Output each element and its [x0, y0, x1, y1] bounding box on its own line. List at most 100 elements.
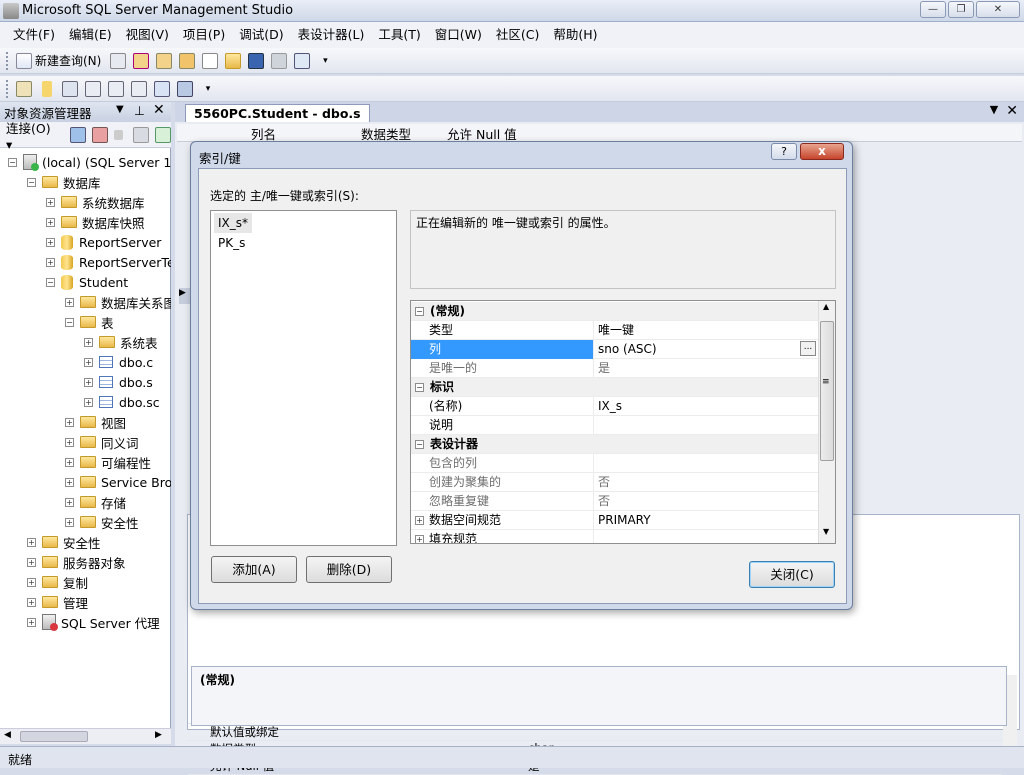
tree-node[interactable]: − Student — [0, 272, 171, 292]
property-row[interactable]: + 填充规范 — [411, 529, 818, 543]
property-row[interactable]: 类型 唯一键 — [411, 320, 818, 340]
property-category[interactable]: − 表设计器 — [411, 435, 818, 454]
toolbar-gripper[interactable] — [6, 51, 10, 70]
tree-node[interactable]: + dbo.sc — [0, 392, 171, 412]
tree-node[interactable]: + 可编程性 — [0, 452, 171, 472]
property-row[interactable]: 创建为聚集的 否 — [411, 472, 818, 492]
menu-item-6[interactable]: 工具(T) — [371, 25, 427, 45]
tree-node[interactable]: + 同义词 — [0, 432, 171, 452]
scroll-down-icon[interactable]: ▼ — [823, 527, 829, 536]
connect-button[interactable]: 连接(O) ▾ — [6, 118, 60, 152]
tree-node[interactable]: − 数据库 — [0, 172, 171, 192]
expand-icon[interactable]: + — [46, 237, 55, 247]
tab-list-dropdown-icon[interactable]: ▼ — [990, 103, 998, 119]
index-item-ix-s[interactable]: IX_s* — [214, 213, 252, 233]
close-tab-icon[interactable]: ✕ — [1006, 103, 1018, 119]
xml-index-button[interactable] — [129, 79, 149, 99]
tree-node[interactable]: − 表 — [0, 312, 171, 332]
tree-node[interactable]: + ReportServerTe — [0, 252, 171, 272]
save-button[interactable] — [246, 51, 266, 71]
tree-node[interactable]: + 数据库快照 — [0, 212, 171, 232]
column-property-row[interactable]: 默认值或绑定 — [188, 724, 1002, 741]
tree-node[interactable]: − (local) (SQL Server 10 — [0, 152, 171, 172]
collapse-icon[interactable]: − — [8, 157, 17, 167]
expand-icon[interactable]: + — [46, 257, 55, 267]
expand-icon[interactable]: + — [27, 617, 36, 627]
expand-icon[interactable]: + — [46, 197, 55, 207]
expand-icon[interactable]: + — [27, 597, 36, 607]
activity-monitor-button[interactable] — [292, 51, 312, 71]
tree-node[interactable]: + Service Bro — [0, 472, 171, 492]
spatial-index-button[interactable] — [175, 79, 195, 99]
check-constraints-button[interactable] — [152, 79, 172, 99]
maximize-button[interactable]: ❐ — [948, 1, 974, 18]
tree-node[interactable]: + 服务器对象 — [0, 552, 171, 572]
property-row[interactable]: 说明 — [411, 415, 818, 435]
menu-item-8[interactable]: 社区(C) — [489, 25, 546, 45]
disconnect-icon[interactable] — [91, 126, 108, 143]
toolbar-gripper[interactable] — [6, 79, 10, 98]
fulltext-index-button[interactable] — [106, 79, 126, 99]
menu-item-5[interactable]: 表设计器(L) — [291, 25, 372, 45]
expand-icon[interactable]: + — [46, 217, 55, 227]
connect-icon[interactable] — [70, 126, 86, 143]
menu-item-7[interactable]: 窗口(W) — [428, 25, 489, 45]
refresh-icon[interactable] — [155, 126, 171, 143]
tree-node[interactable]: + 系统表 — [0, 332, 171, 352]
tree-node[interactable]: + ReportServer — [0, 232, 171, 252]
tree-node[interactable]: + 管理 — [0, 592, 171, 612]
tree-node[interactable]: + dbo.c — [0, 352, 171, 372]
expand-icon[interactable]: + — [65, 437, 74, 447]
expand-icon[interactable]: + — [65, 497, 74, 507]
pin-icon[interactable]: ⊥ — [134, 103, 145, 118]
tree-node[interactable]: + 系统数据库 — [0, 192, 171, 212]
tree-node[interactable]: + 安全性 — [0, 512, 171, 532]
mdx-query-button[interactable] — [154, 51, 174, 71]
new-file-button[interactable] — [200, 51, 220, 71]
property-category[interactable]: − (常规) — [411, 302, 818, 321]
print-button[interactable] — [269, 51, 289, 71]
scroll-left-icon[interactable]: ◀ — [4, 730, 11, 740]
expand-icon[interactable]: + — [415, 535, 424, 543]
tree-node[interactable]: + 数据库关系图 — [0, 292, 171, 312]
tree-node[interactable]: + SQL Server 代理 — [0, 612, 171, 632]
toolbar-overflow-button[interactable]: ▾ — [198, 79, 218, 99]
close-button[interactable]: 关闭(C) — [749, 561, 835, 588]
tree-node[interactable]: + 视图 — [0, 412, 171, 432]
collapse-icon[interactable]: − — [415, 382, 424, 392]
tree-node[interactable]: + dbo.s — [0, 372, 171, 392]
stop-icon[interactable] — [113, 129, 124, 140]
expand-icon[interactable]: + — [27, 557, 36, 567]
dialog-close-button[interactable]: x — [800, 143, 844, 160]
indexes-keys-button[interactable] — [83, 79, 103, 99]
scroll-thumb[interactable] — [820, 321, 834, 461]
expand-icon[interactable]: + — [415, 516, 424, 525]
scroll-thumb[interactable] — [20, 731, 88, 742]
expand-icon[interactable]: + — [84, 337, 93, 347]
xmla-query-button[interactable] — [177, 51, 197, 71]
property-row[interactable]: 是唯一的 是 — [411, 358, 818, 378]
menu-item-4[interactable]: 调试(D) — [232, 25, 290, 45]
collapse-icon[interactable]: − — [46, 277, 55, 287]
collapse-icon[interactable]: − — [415, 306, 424, 316]
analysis-query-button[interactable] — [131, 51, 151, 71]
new-query-button[interactable]: 新建查询(N) — [14, 51, 105, 71]
toolbar-overflow-button[interactable]: ▾ — [315, 51, 335, 71]
scroll-right-icon[interactable]: ▶ — [155, 730, 162, 740]
minimize-button[interactable]: — — [920, 1, 946, 18]
collapse-icon[interactable]: − — [415, 439, 424, 449]
index-item-pk-s[interactable]: PK_s — [211, 233, 396, 253]
delete-button[interactable]: 删除(D) — [306, 556, 392, 583]
property-row[interactable]: (名称) IX_s — [411, 396, 818, 416]
expand-icon[interactable]: + — [84, 377, 93, 387]
expand-icon[interactable]: + — [65, 477, 74, 487]
menu-item-3[interactable]: 项目(P) — [176, 25, 232, 45]
tree-node[interactable]: + 复制 — [0, 572, 171, 592]
ellipsis-button[interactable]: ... — [800, 341, 816, 356]
tree-node[interactable]: + 安全性 — [0, 532, 171, 552]
add-button[interactable]: 添加(A) — [211, 556, 297, 583]
collapse-icon[interactable]: − — [65, 317, 74, 327]
property-category[interactable]: − 标识 — [411, 378, 818, 397]
property-row[interactable]: 列 sno (ASC)... — [411, 339, 818, 359]
expand-icon[interactable]: + — [27, 577, 36, 587]
